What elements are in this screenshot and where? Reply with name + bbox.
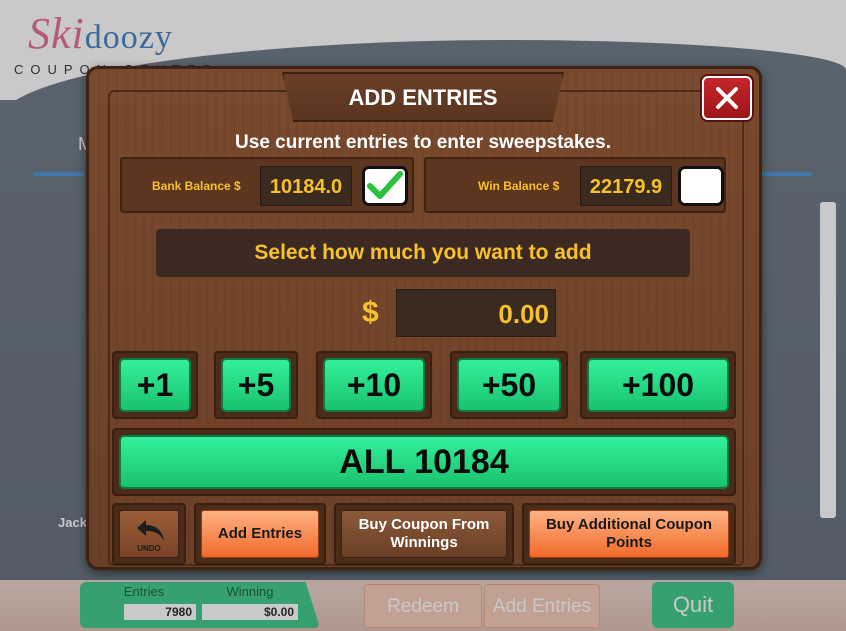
add-entries-frame: Add Entries (194, 503, 326, 565)
amount-field[interactable]: 0.00 (396, 289, 556, 337)
increment-frame-5: +5 (214, 351, 298, 419)
add-all-button[interactable]: ALL 10184 (119, 435, 729, 489)
buy-additional-coupon-points-button[interactable]: Buy Additional Coupon Points (529, 510, 729, 558)
win-balance-label: Win Balance $ (478, 179, 560, 193)
bank-balance-label: Bank Balance $ (152, 179, 241, 193)
buy-coupon-from-winnings-button[interactable]: Buy Coupon From Winnings (341, 510, 507, 558)
buy-from-winnings-frame: Buy Coupon From Winnings (334, 503, 514, 565)
buy-additional-frame: Buy Additional Coupon Points (522, 503, 736, 565)
currency-symbol: $ (362, 296, 379, 329)
close-button[interactable] (702, 76, 752, 120)
undo-arrow-icon (137, 520, 164, 541)
bank-balance-value: 10184.0 (260, 166, 352, 206)
select-amount-prompt: Select how much you want to add (156, 229, 690, 277)
win-balance-checkbox[interactable] (678, 166, 724, 206)
add-5-button[interactable]: +5 (221, 358, 291, 412)
add-50-button[interactable]: +50 (457, 358, 561, 412)
win-balance-panel: Win Balance $ 22179.9 (424, 157, 726, 213)
win-balance-value: 22179.9 (580, 166, 672, 206)
increment-frame-100: +100 (580, 351, 736, 419)
dialog-title: ADD ENTRIES (282, 72, 564, 122)
all-frame: ALL 10184 (112, 428, 736, 496)
undo-frame: UNDO (112, 503, 186, 565)
add-10-button[interactable]: +10 (323, 358, 425, 412)
increment-frame-10: +10 (316, 351, 432, 419)
dialog-subtitle: Use current entries to enter sweepstakes… (235, 132, 611, 153)
bank-balance-panel: Bank Balance $ 10184.0 (120, 157, 414, 213)
add-1-button[interactable]: +1 (119, 358, 191, 412)
bank-balance-checkbox[interactable] (362, 166, 408, 206)
increment-frame-1: +1 (112, 351, 198, 419)
undo-label: UNDO (137, 544, 161, 553)
checkmark-icon (367, 171, 403, 199)
undo-button[interactable]: UNDO (119, 510, 179, 558)
increment-frame-50: +50 (450, 351, 568, 419)
add-100-button[interactable]: +100 (587, 358, 729, 412)
close-icon (716, 87, 738, 109)
add-entries-button[interactable]: Add Entries (201, 510, 319, 558)
